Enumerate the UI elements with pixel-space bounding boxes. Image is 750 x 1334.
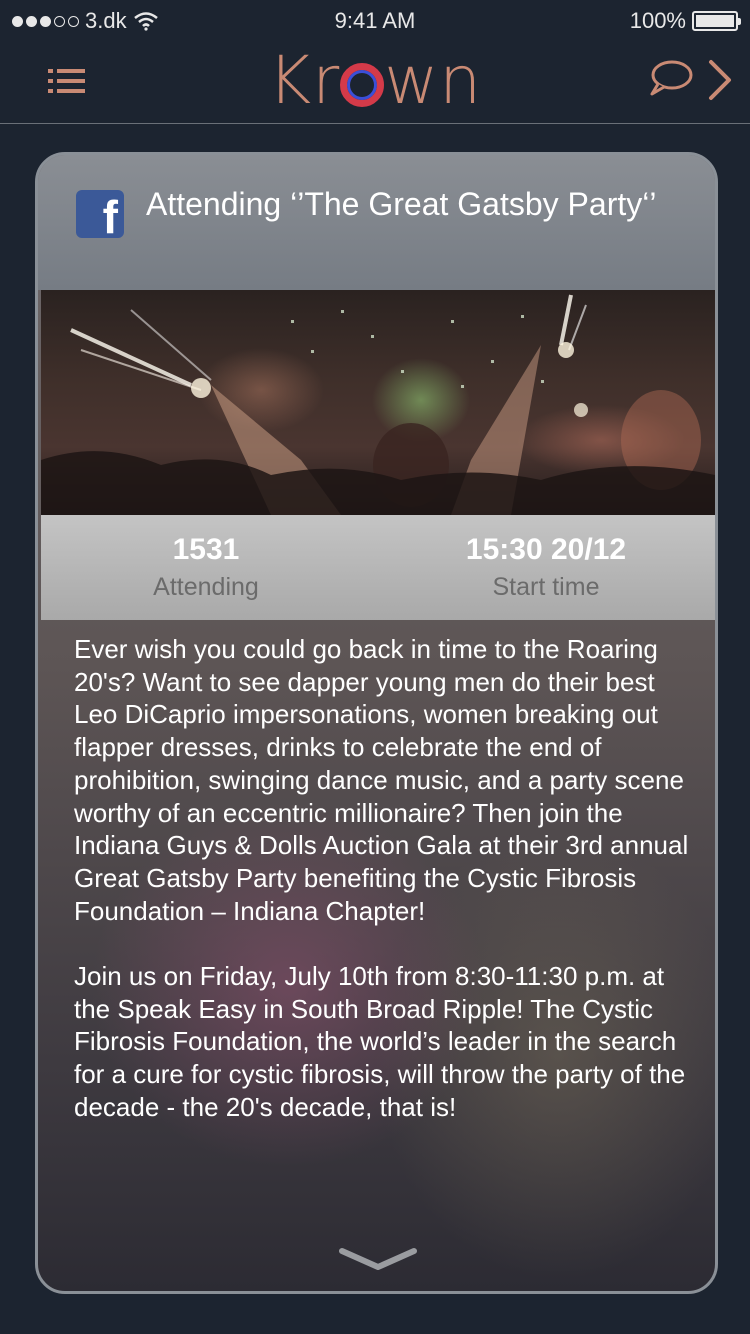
- card-header: f Attending ‘’The Great Gatsby Party‘’: [38, 155, 715, 290]
- chevron-right-icon: [709, 60, 731, 100]
- battery-percentage: 100%: [629, 8, 686, 33]
- event-description: Ever wish you could go back in time to t…: [74, 633, 694, 1124]
- party-scene-illustration: [41, 294, 715, 515]
- battery-icon: [692, 11, 741, 31]
- next-button[interactable]: [706, 58, 734, 102]
- description-paragraph: Ever wish you could go back in time to t…: [74, 634, 689, 926]
- nav-bar: Kr wn: [0, 40, 750, 124]
- attending-count: 1531: [172, 533, 240, 566]
- event-photo: [41, 290, 715, 515]
- event-title: Attending ‘’The Great Gatsby Party‘’: [146, 186, 657, 222]
- expand-more-button[interactable]: [338, 1245, 418, 1277]
- logo-ring-icon: [340, 63, 385, 107]
- start-time-label: Start time: [492, 573, 600, 601]
- status-bar: 3.dk 9:41 AM 100%: [0, 0, 750, 40]
- logo-text-end: wn: [384, 42, 483, 119]
- event-stats: 1531 Attending 15:30 20/12 Start time: [41, 515, 715, 620]
- chat-button[interactable]: [648, 58, 694, 98]
- logo-text-start: Kr: [267, 42, 341, 119]
- start-time-value: 15:30 20/12: [465, 533, 627, 566]
- app-logo: Kr wn: [0, 42, 750, 119]
- start-time-stat: 15:30 20/12 Start time: [396, 533, 696, 602]
- chat-bubble-icon: [650, 60, 693, 96]
- facebook-icon: f: [76, 190, 124, 238]
- description-paragraph: Join us on Friday, July 10th from 8:30-1…: [74, 961, 686, 1122]
- status-right: 100%: [629, 8, 741, 34]
- attending-stat: 1531 Attending: [56, 533, 356, 602]
- chevron-down-icon: [339, 1248, 417, 1270]
- event-card[interactable]: f Attending ‘’The Great Gatsby Party‘’ 1…: [35, 152, 718, 1294]
- attending-label: Attending: [153, 573, 259, 601]
